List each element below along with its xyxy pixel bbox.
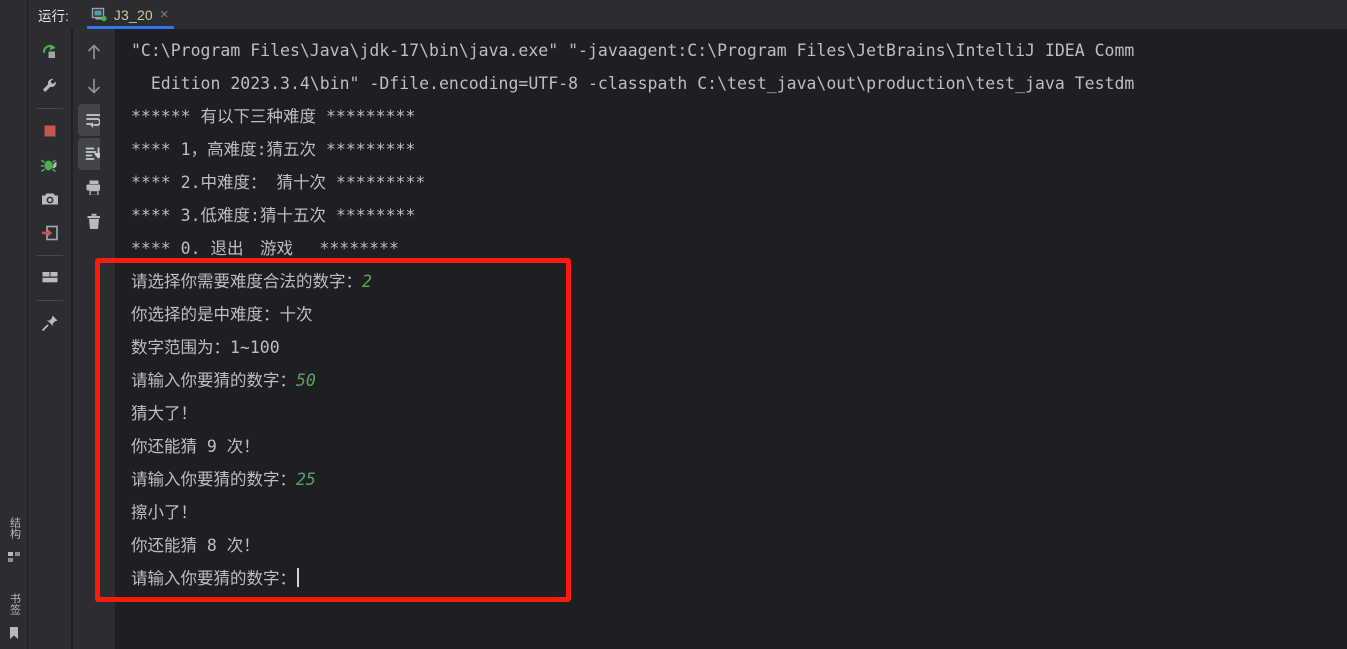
- console-run-icon: [91, 7, 107, 22]
- console-line: 你还能猜 8 次！: [131, 536, 260, 555]
- run-window-header: 运行: J3_20 ×: [28, 0, 1347, 29]
- bug-icon: [40, 159, 56, 172]
- console-line: 数字范围为：1~100: [131, 338, 280, 357]
- tool-window-structure-label: 结构: [8, 517, 21, 539]
- import-arrow-icon: [41, 225, 58, 241]
- console-prompt: 请选择你需要难度合法的数字：: [131, 272, 362, 291]
- close-icon[interactable]: ×: [160, 7, 169, 22]
- console-line: 请输入你要猜的数字：50: [131, 364, 1347, 397]
- intellij-run-window: 结构 书签 运行: J3_20 × "C:\Program Files\Java…: [0, 0, 1347, 649]
- console-prompt: 请输入你要猜的数字：: [131, 371, 296, 390]
- console-lines: "C:\Program Files\Java\jdk-17\bin\java.e…: [131, 34, 1347, 595]
- camera-icon: [41, 193, 58, 205]
- console-gutter: [100, 29, 115, 649]
- console-output-area[interactable]: "C:\Program Files\Java\jdk-17\bin\java.e…: [115, 29, 1347, 649]
- tool-window-structure[interactable]: 结构: [6, 513, 22, 565]
- console-line: **** 2.中难度： 猜十次 *********: [131, 173, 426, 192]
- console-line: 猜大了！: [131, 404, 197, 423]
- tab-j3-20[interactable]: J3_20 ×: [83, 0, 178, 29]
- console-user-input: 50: [296, 371, 316, 390]
- toolbar-separator: [36, 108, 63, 109]
- console-user-input: 25: [296, 470, 316, 489]
- console-user-input: 2: [362, 272, 372, 291]
- console-prompt: 请输入你要猜的数字：: [131, 569, 296, 588]
- layout-button[interactable]: [34, 262, 66, 294]
- console-line: 擦小了！: [131, 503, 197, 522]
- stop-icon: [44, 125, 55, 137]
- structure-icon: [8, 552, 20, 562]
- stop-button[interactable]: [34, 115, 66, 147]
- rerun-icon: [42, 44, 55, 58]
- tool-window-bookmarks-label: 书签: [8, 593, 21, 615]
- pin-button[interactable]: [34, 307, 66, 339]
- run-actions-toolbar: [28, 29, 72, 649]
- toolbar-separator-2: [36, 255, 63, 256]
- settings-wrench-button[interactable]: [34, 70, 66, 102]
- left-stripe-bottom-group: 结构 书签: [0, 513, 28, 641]
- console-line: "C:\Program Files\Java\jdk-17\bin\java.e…: [131, 41, 1135, 60]
- console-prompt: 请输入你要猜的数字：: [131, 470, 296, 489]
- rerun-button[interactable]: [34, 36, 66, 68]
- left-tool-stripe: 结构 书签: [0, 0, 28, 649]
- tab-label: J3_20: [113, 6, 153, 23]
- text-caret: [297, 568, 299, 587]
- layout-icon: [42, 272, 57, 283]
- bookmark-icon: [10, 627, 18, 639]
- console-line: ****** 有以下三种难度 *********: [131, 107, 416, 126]
- console-line: **** 3.低难度:猜十五次 ********: [131, 206, 416, 225]
- console-line: **** 0. 退出 游戏 ********: [131, 239, 399, 258]
- console-line: **** 1，高难度:猜五次 *********: [131, 140, 416, 159]
- console-line: 请输入你要猜的数字：: [131, 562, 1347, 595]
- tool-window-bookmarks[interactable]: 书签: [6, 589, 22, 641]
- console-line: 请选择你需要难度合法的数字：2: [131, 265, 1347, 298]
- snapshot-camera-button[interactable]: [34, 183, 66, 215]
- toolbar-separator-3: [36, 300, 63, 301]
- console-line: 你还能猜 9 次！: [131, 437, 260, 456]
- run-window-title: 运行:: [38, 8, 69, 24]
- attach-debugger-button[interactable]: [34, 149, 66, 181]
- import-exit-button[interactable]: [34, 217, 66, 249]
- console-line: Edition 2023.3.4\bin" -Dfile.encoding=UT…: [131, 74, 1135, 93]
- wrench-icon: [42, 78, 56, 92]
- pin-icon: [41, 315, 57, 331]
- console-line: 你选择的是中难度：十次: [131, 305, 313, 324]
- console-line: 请输入你要猜的数字：25: [131, 463, 1347, 496]
